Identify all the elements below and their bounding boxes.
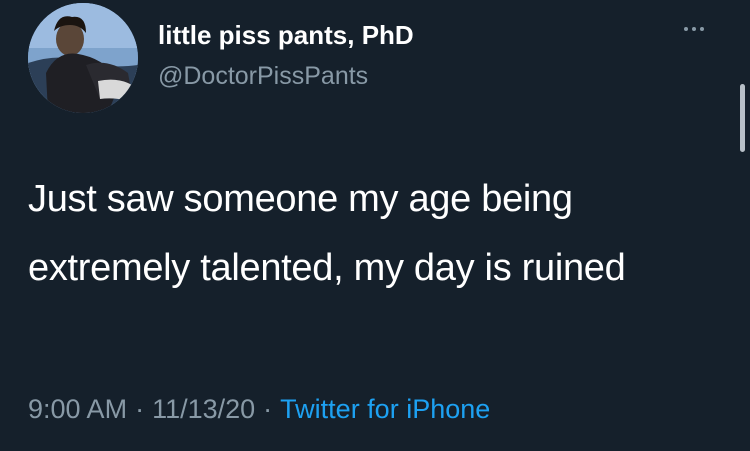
separator: ·	[263, 394, 273, 424]
profile-photo	[28, 3, 138, 113]
avatar[interactable]	[28, 3, 138, 113]
scrollbar[interactable]	[740, 84, 745, 152]
tweet-metadata: 9:00 AM · 11/13/20 · Twitter for iPhone	[28, 394, 490, 425]
user-handle[interactable]: @DoctorPissPants	[158, 62, 368, 91]
more-dot	[700, 27, 704, 31]
tweet-source-link[interactable]: Twitter for iPhone	[280, 394, 490, 424]
display-name[interactable]: little piss pants, PhD	[158, 20, 414, 51]
more-dot	[684, 27, 688, 31]
tweet-text: Just saw someone my age being extremely …	[28, 178, 626, 289]
more-options-icon[interactable]	[683, 22, 713, 36]
tweet-time[interactable]: 9:00 AM	[28, 394, 127, 424]
separator: ·	[135, 394, 145, 424]
more-dot	[692, 27, 696, 31]
tweet-card: little piss pants, PhD @DoctorPissPants …	[0, 0, 750, 451]
tweet-date[interactable]: 11/13/20	[152, 394, 255, 424]
